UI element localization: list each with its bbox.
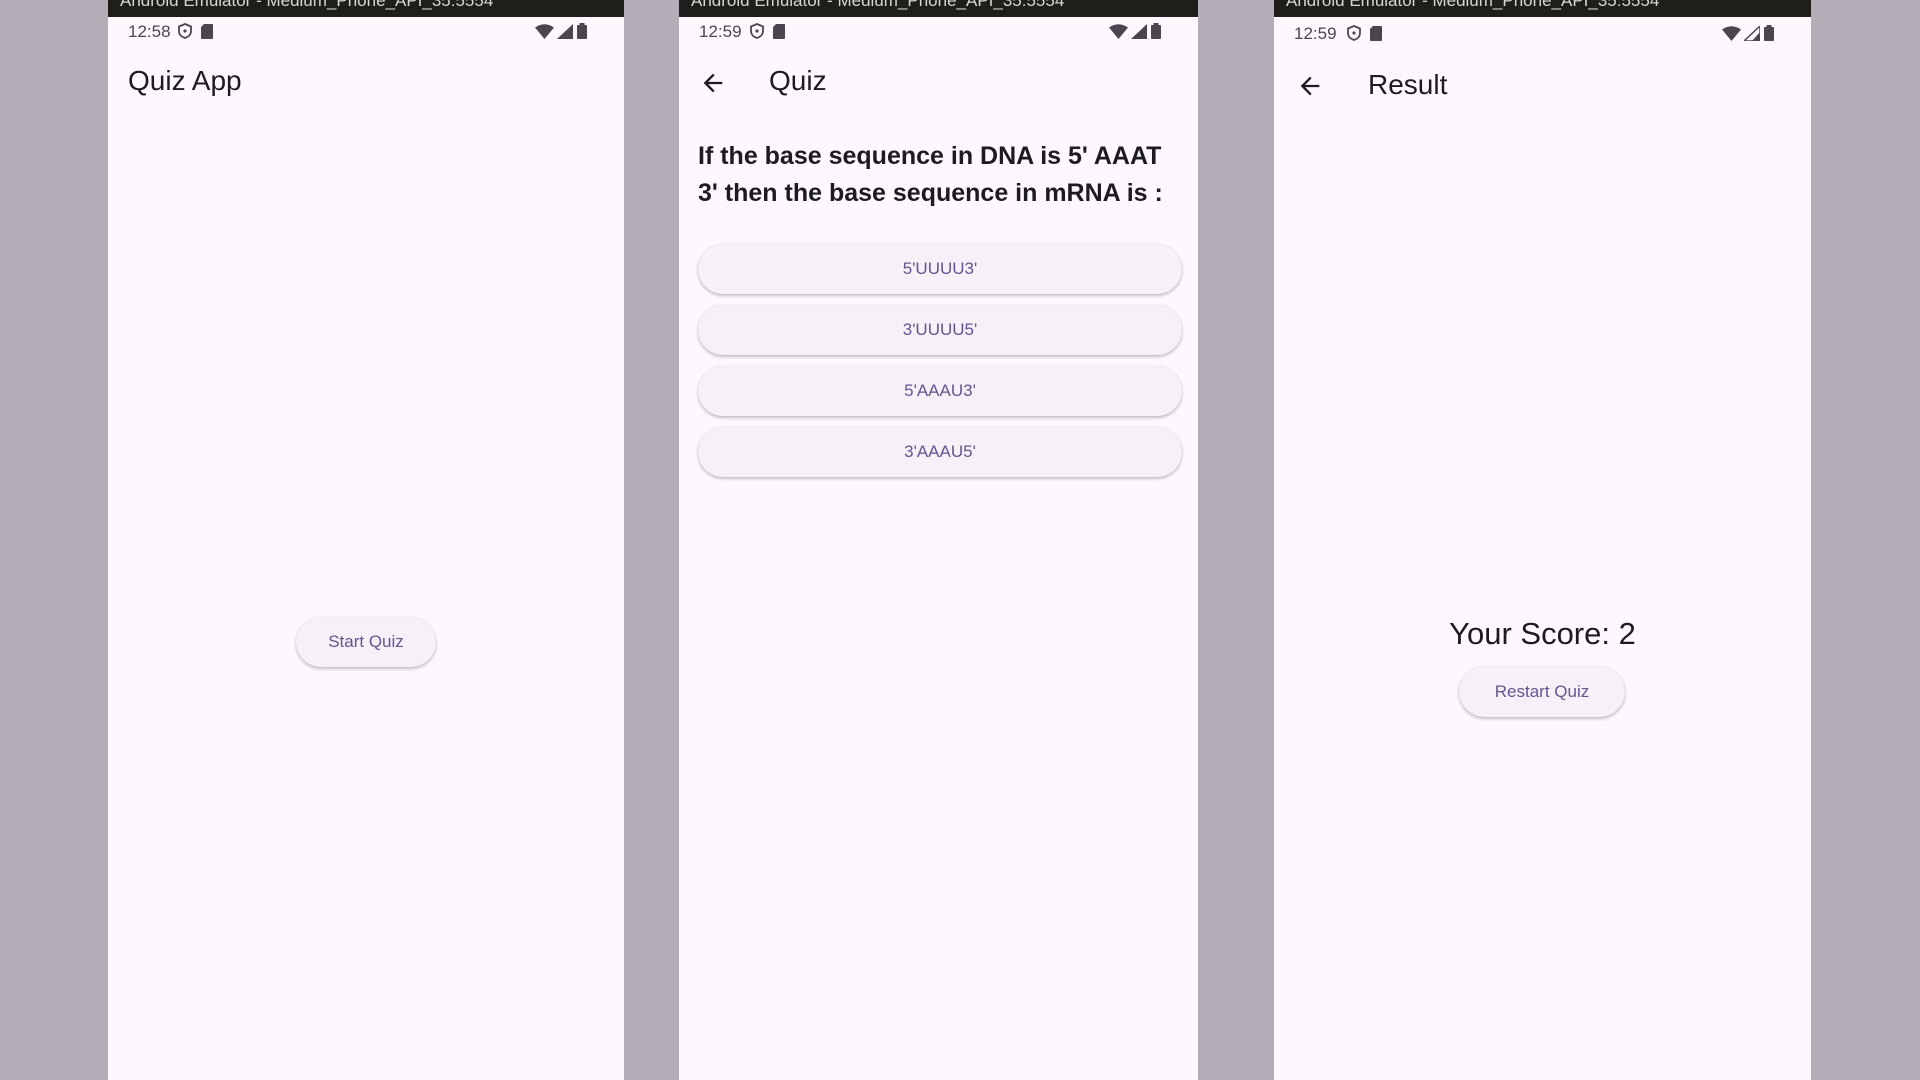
wifi-icon xyxy=(535,23,554,39)
status-bar: 12:59 xyxy=(1274,22,1811,46)
score-text: Your Score: 2 xyxy=(1449,616,1636,651)
wifi-icon xyxy=(1109,23,1128,39)
status-left-icons xyxy=(750,23,785,39)
emulator-titlebar: Android Emulator - Medium_Phone_API_35:5… xyxy=(108,0,624,17)
page-title: Quiz App xyxy=(128,65,242,96)
status-time: 12:58 xyxy=(128,22,171,41)
answer-option-button[interactable]: 5'AAAU3' xyxy=(698,366,1182,416)
result-screen: Android Emulator - Medium_Phone_API_35:5… xyxy=(1274,0,1811,1080)
emulator-title: Android Emulator - Medium_Phone_API_35:5… xyxy=(1286,0,1660,10)
status-right-icons xyxy=(535,23,588,39)
status-time: 12:59 xyxy=(699,22,742,41)
shield-icon xyxy=(178,23,192,39)
battery-icon xyxy=(1763,25,1775,41)
answer-option-button[interactable]: 5'UUUU3' xyxy=(698,244,1182,294)
wifi-icon xyxy=(1722,25,1741,41)
status-right-icons xyxy=(1109,23,1162,39)
restart-quiz-button[interactable]: Restart Quiz xyxy=(1459,666,1625,717)
cell-signal-icon xyxy=(557,23,573,39)
home-screen: Android Emulator - Medium_Phone_API_35:5… xyxy=(108,0,624,1080)
battery-icon xyxy=(1150,23,1162,39)
answer-option-button[interactable]: 3'AAAU5' xyxy=(698,427,1182,477)
shield-icon xyxy=(750,23,764,39)
status-bar: 12:58 xyxy=(108,20,624,44)
start-quiz-button[interactable]: Start Quiz xyxy=(296,617,436,667)
quiz-screen: Android Emulator - Medium_Phone_API_35:5… xyxy=(679,0,1198,1080)
question-text: If the base sequence in DNA is 5' AAAT 3… xyxy=(698,142,1163,207)
emulator-titlebar: Android Emulator - Medium_Phone_API_35:5… xyxy=(679,0,1198,17)
cell-signal-icon xyxy=(1131,23,1147,39)
status-left-icons xyxy=(178,23,213,39)
sd-card-icon xyxy=(1370,25,1382,41)
page-title: Quiz xyxy=(769,65,827,96)
sd-card-icon xyxy=(773,23,785,39)
status-time: 12:59 xyxy=(1294,24,1337,43)
status-right-icons xyxy=(1722,25,1775,41)
battery-icon xyxy=(576,23,588,39)
arrow-left-icon[interactable] xyxy=(699,69,727,97)
emulator-title: Android Emulator - Medium_Phone_API_35:5… xyxy=(120,0,494,10)
answer-option-button[interactable]: 3'UUUU5' xyxy=(698,305,1182,355)
status-bar: 12:59 xyxy=(679,20,1198,44)
cell-signal-icon xyxy=(1744,25,1760,41)
emulator-title: Android Emulator - Medium_Phone_API_35:5… xyxy=(691,0,1065,10)
emulator-titlebar: Android Emulator - Medium_Phone_API_35:5… xyxy=(1274,0,1811,17)
sd-card-icon xyxy=(201,23,213,39)
status-left-icons xyxy=(1347,25,1382,41)
arrow-left-icon[interactable] xyxy=(1296,72,1324,100)
shield-icon xyxy=(1347,25,1361,41)
page-title: Result xyxy=(1368,69,1448,100)
